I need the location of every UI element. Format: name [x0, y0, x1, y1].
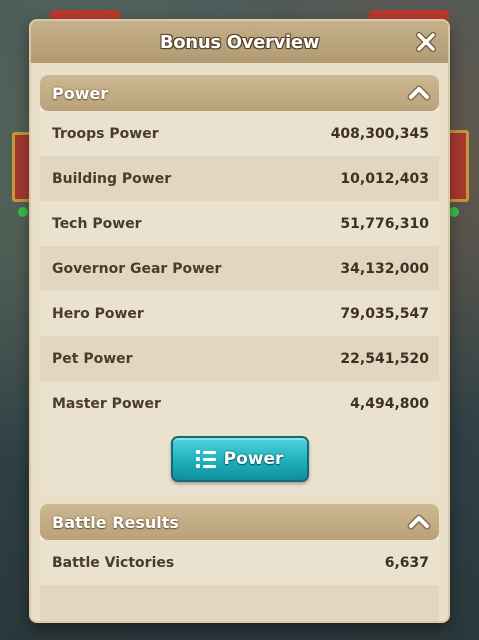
row-value: 79,035,547: [340, 305, 429, 322]
chevron-up-icon[interactable]: [407, 512, 431, 532]
row-value: 4,494,800: [350, 395, 429, 412]
table-row: Pet Power 22,541,520: [40, 336, 439, 381]
row-label: Building Power: [52, 170, 172, 187]
row-label: Pet Power: [52, 350, 133, 367]
power-section: Power Troops Power 408,300,345 Building …: [40, 75, 439, 494]
power-section-title: Power: [52, 83, 109, 103]
table-row: Building Power 10,012,403: [40, 156, 439, 201]
dialog-header: Bonus Overview: [31, 21, 448, 63]
row-label: Troops Power: [52, 125, 159, 142]
battle-results-header[interactable]: Battle Results: [40, 504, 439, 540]
row-label: Master Power: [52, 395, 161, 412]
bonus-overview-dialog: Bonus Overview Power Troops Power 408,30…: [31, 21, 448, 621]
row-value: 408,300,345: [330, 125, 429, 142]
table-row: Governor Gear Power 34,132,000: [40, 246, 439, 291]
row-label: Battle Victories: [52, 554, 175, 571]
table-row: Troops Power 408,300,345: [40, 111, 439, 156]
power-rows: Troops Power 408,300,345 Building Power …: [40, 111, 439, 426]
row-label: Governor Gear Power: [52, 260, 222, 277]
row-value: 10,012,403: [340, 170, 429, 187]
battle-results-title: Battle Results: [52, 512, 179, 532]
table-row: [40, 585, 439, 621]
dialog-content: Power Troops Power 408,300,345 Building …: [31, 63, 448, 621]
row-value: 34,132,000: [340, 260, 429, 277]
list-icon: [195, 450, 216, 468]
dialog-title: Bonus Overview: [159, 31, 320, 53]
table-row: Battle Victories 6,637: [40, 540, 439, 585]
table-row: Hero Power 79,035,547: [40, 291, 439, 336]
row-value: 22,541,520: [340, 350, 429, 367]
row-value: 6,637: [384, 554, 429, 571]
table-row: Tech Power 51,776,310: [40, 201, 439, 246]
power-section-header[interactable]: Power: [40, 75, 439, 111]
table-row: Master Power 4,494,800: [40, 381, 439, 426]
row-label: Hero Power: [52, 305, 144, 322]
background-indicator: [18, 207, 28, 217]
power-details-button[interactable]: Power: [170, 436, 309, 482]
power-button-container: Power: [40, 426, 439, 494]
background-indicator: [449, 207, 459, 217]
battle-rows: Battle Victories 6,637: [40, 540, 439, 621]
chevron-up-icon[interactable]: [407, 83, 431, 103]
close-x-icon[interactable]: [414, 30, 438, 54]
row-value: 51,776,310: [340, 215, 429, 232]
power-button-label: Power: [223, 449, 284, 469]
battle-results-section: Battle Results Battle Victories 6,637: [40, 504, 439, 621]
row-label: Tech Power: [52, 215, 142, 232]
